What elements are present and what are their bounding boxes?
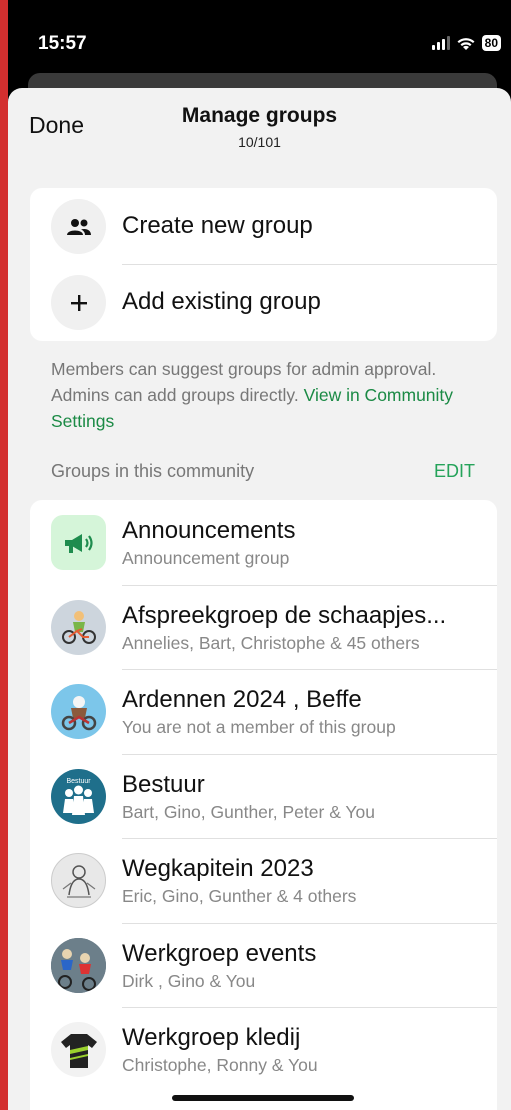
create-new-group-button[interactable]: Create new group	[30, 188, 497, 264]
add-existing-group-label: Add existing group	[122, 288, 321, 315]
list-item[interactable]: Werkgroep events Dirk , Gino & You	[30, 922, 497, 1008]
cyclist-icon	[51, 599, 106, 655]
group-subtitle: Bart, Gino, Gunther, Peter & You	[122, 801, 375, 822]
group-subtitle: Dirk , Gino & You	[122, 970, 256, 991]
group-subtitle: Eric, Gino, Gunther & 4 others	[122, 886, 357, 906]
community-info-text: Members can suggest groups for admin app…	[51, 356, 491, 434]
bike-photo-icon	[51, 684, 106, 739]
cycling-race-photo-icon	[51, 937, 106, 993]
jersey-photo-icon	[51, 1022, 106, 1077]
group-subtitle: Christophe, Ronny & You	[122, 1055, 318, 1075]
groups-list: Announcements Announcement group Afspree…	[30, 500, 497, 1110]
groups-section-header: Groups in this community	[51, 461, 255, 481]
list-item[interactable]: Ardennen 2024 , Beffe You are not a memb…	[30, 669, 497, 754]
page-title: Manage groups	[181, 104, 338, 127]
group-name: Announcements	[122, 517, 296, 544]
actions-card: Create new group Add existing group	[30, 188, 497, 341]
group-subtitle: Announcement group	[122, 548, 290, 568]
group-name: Werkgroep kledij	[122, 1024, 301, 1051]
group-name: Ardennen 2024 , Beffe	[122, 686, 362, 713]
edit-button[interactable]: EDIT	[434, 461, 475, 482]
sketch-photo-icon	[51, 853, 106, 908]
group-name: Werkgroep events	[122, 939, 317, 967]
megaphone-icon	[51, 515, 106, 570]
group-name: Bestuur	[122, 770, 205, 798]
plus-icon	[51, 275, 106, 330]
list-item[interactable]: Announcements Announcement group	[30, 500, 497, 585]
home-indicator[interactable]	[172, 1095, 354, 1101]
group-icon	[51, 199, 106, 254]
list-item[interactable]: Bestuur Bestuur Bart, Gino, Gunther, Pet…	[30, 753, 497, 839]
signal-icon	[431, 36, 450, 50]
group-count: 10/101	[238, 134, 281, 150]
phone-screen: 15:57 80 Done Manage groups 10/101 Creat…	[8, 0, 511, 1110]
status-time: 15:57	[38, 33, 87, 54]
list-item[interactable]: Werkgroep kledij Christophe, Ronny & You	[30, 1007, 497, 1092]
status-icons: 80	[431, 35, 501, 51]
group-subtitle: You are not a member of this group	[122, 717, 396, 737]
status-bar: 15:57 80	[8, 0, 511, 80]
svg-text:Bestuur: Bestuur	[66, 778, 91, 785]
group-subtitle: Annelies, Bart, Christophe & 45 others	[122, 632, 420, 653]
list-item[interactable]: Wegkapitein 2023 Eric, Gino, Gunther & 4…	[30, 838, 497, 923]
add-existing-group-button[interactable]: Add existing group	[30, 264, 497, 340]
manage-groups-sheet: Done Manage groups 10/101 Create new gro…	[8, 88, 511, 1110]
create-new-group-label: Create new group	[122, 212, 313, 239]
battery-icon: 80	[481, 35, 501, 51]
bestuur-logo-icon: Bestuur	[51, 768, 106, 824]
list-item[interactable]: Afspreekgroep de schaapjes... Annelies, …	[30, 584, 497, 670]
group-name: Wegkapitein 2023	[122, 855, 314, 882]
group-name: Afspreekgroep de schaapjes...	[122, 601, 447, 629]
wifi-icon	[457, 37, 475, 50]
